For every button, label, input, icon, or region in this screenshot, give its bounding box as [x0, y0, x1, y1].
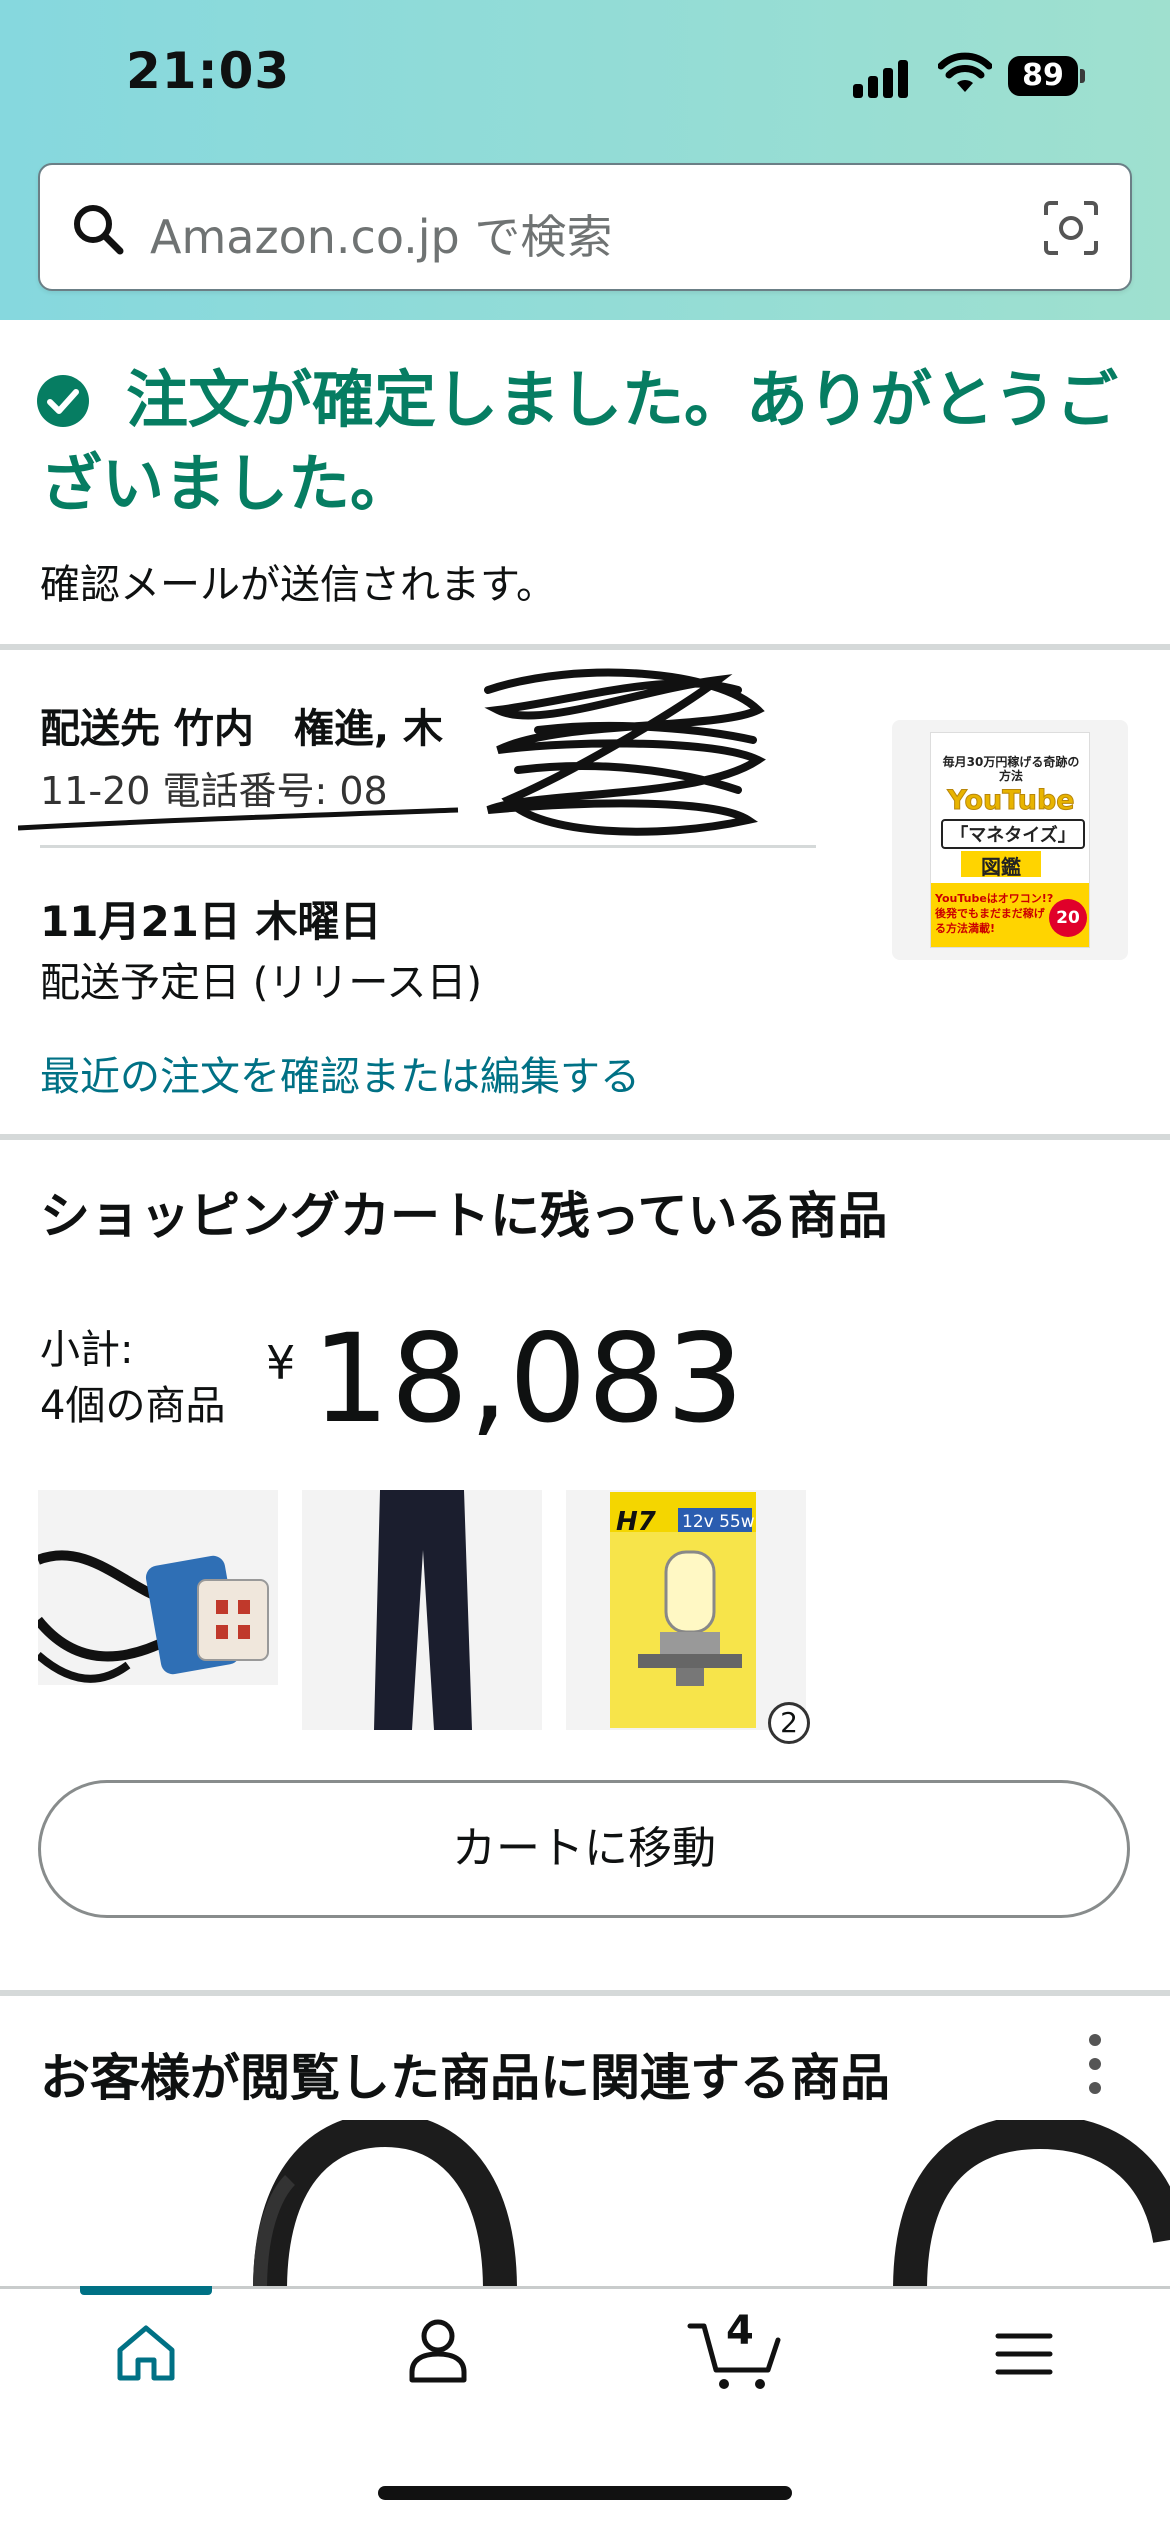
cellular-signal-icon — [853, 56, 915, 98]
svg-text:H7: H7 — [616, 1507, 657, 1537]
section-divider — [0, 1990, 1170, 1996]
book-cover-subtitle: 図鑑 — [961, 851, 1041, 879]
search-icon — [74, 205, 124, 255]
currency-symbol: ¥ — [266, 1336, 296, 1390]
nav-active-indicator — [80, 2286, 212, 2295]
confirmation-email-note: 確認メールが送信されます。 — [40, 562, 556, 608]
wifi-icon — [938, 52, 992, 92]
cart-item-black-pants[interactable] — [302, 1490, 542, 1730]
h7-bulb-image: H7 12v 55w — [566, 1490, 806, 1730]
subtotal-text: 小計: — [40, 1327, 134, 1373]
book-cover-tagline: YouTubeはオワコン!? 後発でもまだまだ稼げる方法満載! — [935, 892, 1054, 935]
camera-search-icon[interactable] — [1042, 199, 1100, 257]
cart-item-h7-bulb[interactable]: H7 12v 55w — [566, 1490, 806, 1730]
book-cover: 毎月30万円稼げる奇跡の方法 YouTube 「マネタイズ」 図鑑 YouTub… — [930, 732, 1090, 948]
status-time: 21:03 — [126, 42, 291, 100]
book-cover-badge: 20 — [1049, 899, 1087, 937]
search-input[interactable]: Amazon.co.jp で検索 — [150, 201, 612, 267]
order-confirmed-title: 注文が確定しました。ありがとうございました。 — [40, 363, 1119, 520]
section-divider — [0, 1134, 1170, 1140]
cart-count-badge: 4 — [726, 2308, 754, 2354]
related-product-headphones-image-2[interactable] — [890, 2120, 1170, 2290]
cart-remaining-heading: ショッピングカートに残っている商品 — [40, 1187, 888, 1245]
account-icon[interactable] — [406, 2318, 470, 2384]
menu-icon[interactable] — [994, 2330, 1054, 2378]
item-quantity-badge: 2 — [768, 1702, 810, 1744]
app-header: 21:03 89 Amazon.co.jp で検索 — [0, 0, 1170, 320]
redaction-scribble — [18, 668, 766, 836]
go-to-cart-button[interactable]: カートに移動 — [38, 1780, 1130, 1918]
delivery-date: 11月21日 木曜日 — [40, 897, 382, 946]
book-cover-title: 「マネタイズ」 — [941, 819, 1085, 849]
related-product-headphones-image[interactable] — [250, 2120, 520, 2290]
ordered-book-thumbnail[interactable]: 毎月30万円稼げる奇跡の方法 YouTube 「マネタイズ」 図鑑 YouTub… — [892, 720, 1128, 960]
black-pants-image — [302, 1490, 542, 1730]
subtotal-label: 小計: 4個の商品 — [40, 1322, 280, 1434]
subtotal-amount: 18,083 — [312, 1308, 745, 1450]
home-icon[interactable] — [114, 2320, 178, 2384]
delivery-note: 配送予定日 (リリース日) — [40, 960, 482, 1006]
home-indicator[interactable] — [378, 2486, 792, 2500]
book-cover-line1: 毎月30万円稼げる奇跡の方法 — [942, 755, 1080, 783]
book-cover-brand: YouTube — [947, 785, 1075, 817]
item-count: 4個の商品 — [40, 1383, 226, 1429]
cart-item-connector-cable[interactable] — [38, 1490, 278, 1730]
battery-level: 89 — [1008, 56, 1078, 96]
search-bar[interactable]: Amazon.co.jp で検索 — [38, 163, 1132, 291]
related-products-heading: お客様が閲覧した商品に関連する商品 — [40, 2049, 890, 2107]
battery-icon: 89 — [1008, 56, 1086, 96]
recent-orders-link[interactable]: 最近の注文を確認または編集する — [40, 1044, 640, 1102]
connector-cable-image — [38, 1490, 278, 1730]
shipping-separator — [40, 845, 816, 848]
svg-text:12v 55w: 12v 55w — [682, 1512, 755, 1532]
more-options-icon[interactable] — [1080, 2030, 1110, 2100]
